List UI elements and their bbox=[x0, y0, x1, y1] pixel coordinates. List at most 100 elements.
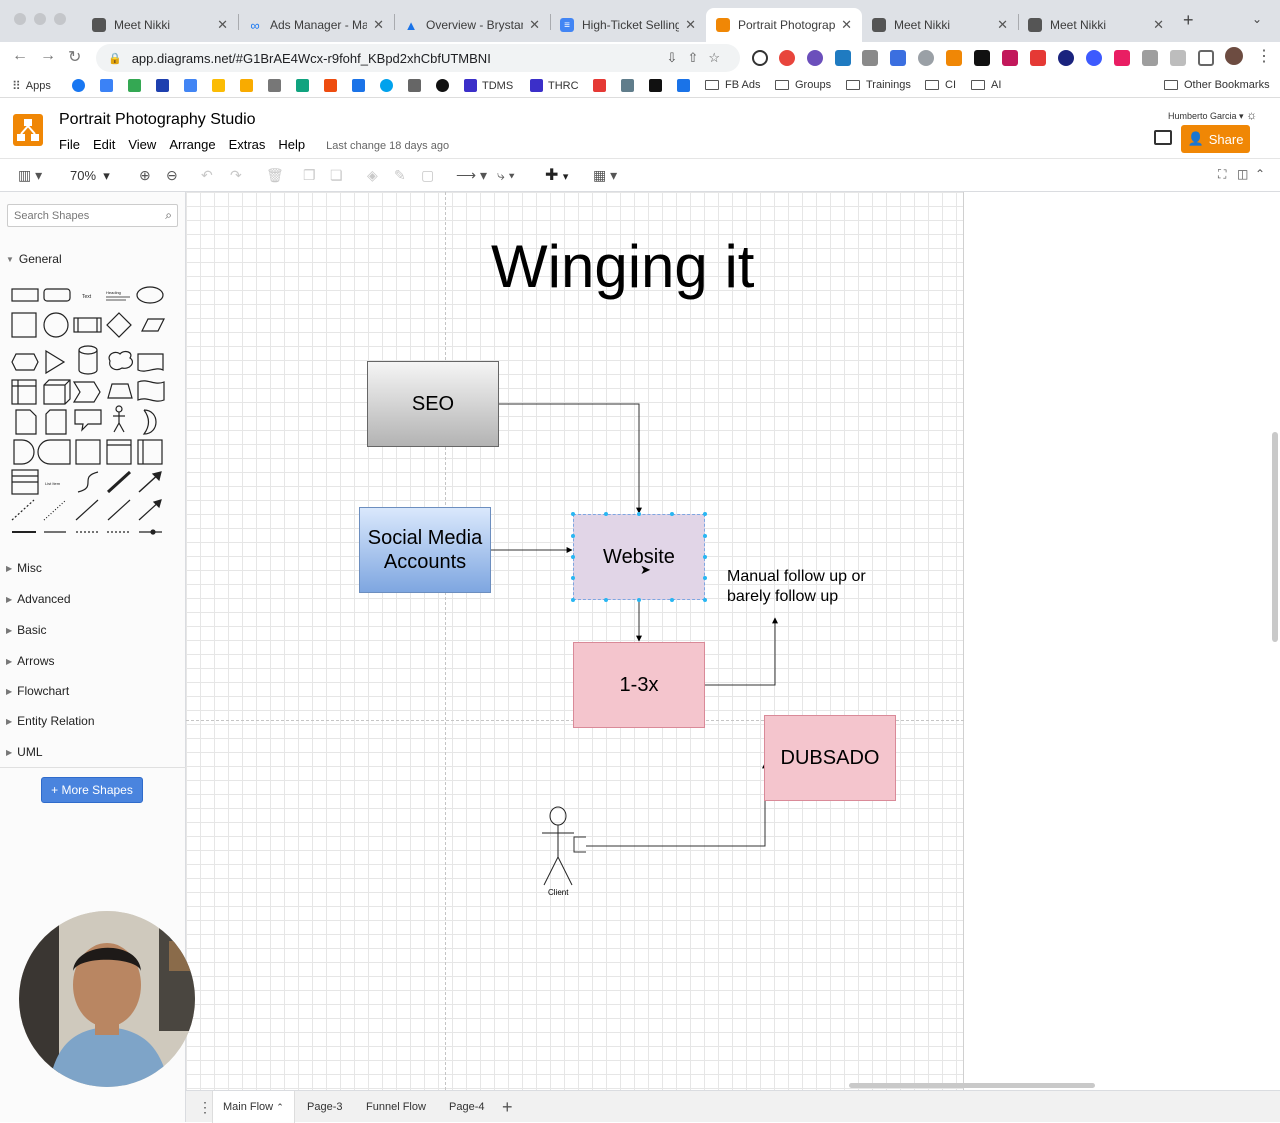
connection-icon[interactable]: ⟶ ▾ bbox=[456, 167, 487, 184]
node-dubsado[interactable]: DUBSADO bbox=[764, 715, 896, 801]
shape-trapezoid[interactable] bbox=[107, 383, 133, 399]
shape-cloud[interactable] bbox=[108, 350, 134, 371]
bookmark-icon[interactable] bbox=[621, 79, 634, 92]
sidepanel-icon[interactable] bbox=[1198, 50, 1214, 66]
extension-icon[interactable] bbox=[974, 50, 990, 66]
format-panel-icon[interactable]: ▥ ▾ bbox=[18, 167, 42, 184]
extension-icon[interactable] bbox=[890, 50, 906, 66]
extension-icon[interactable] bbox=[752, 50, 768, 66]
window-minimize-button[interactable] bbox=[34, 13, 46, 25]
flask-icon[interactable] bbox=[1170, 50, 1186, 66]
shape-curve[interactable] bbox=[77, 471, 99, 493]
general-shapes-palette[interactable]: Text Heading List Item bbox=[8, 282, 178, 542]
bookmark-icon[interactable] bbox=[380, 79, 393, 92]
shape-internal-storage[interactable] bbox=[11, 379, 37, 405]
bookmark-icon[interactable] bbox=[436, 79, 449, 92]
zoom-out-icon[interactable]: ⊖ bbox=[166, 167, 178, 184]
node-social-media-accounts[interactable]: Social Media Accounts bbox=[359, 507, 491, 593]
tab-page-4[interactable]: Page-4 bbox=[439, 1091, 494, 1123]
browser-tab[interactable]: ∞ Ads Manager - Man ✕ bbox=[238, 8, 394, 42]
bookmark-icon[interactable] bbox=[352, 79, 365, 92]
bookmark-icon[interactable] bbox=[677, 79, 690, 92]
menu-file[interactable]: File bbox=[59, 137, 80, 152]
shape-document[interactable] bbox=[137, 353, 164, 372]
waypoints-icon[interactable]: ⤷ ▾ bbox=[497, 167, 515, 184]
close-icon[interactable]: ✕ bbox=[685, 17, 696, 33]
extension-icon[interactable] bbox=[918, 50, 934, 66]
shape-square-2[interactable] bbox=[75, 439, 101, 465]
bookmark-folder-trainings[interactable]: Trainings bbox=[846, 79, 911, 91]
add-page-button[interactable]: + bbox=[492, 1091, 523, 1123]
menu-edit[interactable]: Edit bbox=[93, 137, 115, 152]
browser-tab[interactable]: Meet Nikki ✕ bbox=[82, 8, 238, 42]
document-title[interactable]: Portrait Photography Studio bbox=[59, 111, 256, 129]
extension-icon[interactable] bbox=[1086, 50, 1102, 66]
format-toggle-icon[interactable]: ◫ bbox=[1237, 167, 1248, 181]
tab-main-flow[interactable]: Main Flow ⌃ bbox=[212, 1091, 295, 1123]
extension-icon[interactable] bbox=[1002, 50, 1018, 66]
connector-client-loop[interactable] bbox=[573, 836, 586, 853]
bookmark-icon[interactable] bbox=[184, 79, 197, 92]
line-color-icon[interactable]: ✎ bbox=[394, 167, 406, 184]
shape-card[interactable] bbox=[45, 409, 67, 435]
bookmark-icon[interactable] bbox=[408, 79, 421, 92]
forward-arrow-icon[interactable]: → bbox=[40, 47, 56, 65]
extension-icon[interactable] bbox=[1058, 50, 1074, 66]
bookmark-folder-ai[interactable]: AI bbox=[971, 79, 1001, 91]
shape-rectangle[interactable] bbox=[11, 288, 39, 302]
shape-note[interactable] bbox=[15, 409, 37, 435]
browser-tab[interactable]: ≡ High-Ticket Selling ✕ bbox=[550, 8, 706, 42]
to-back-icon[interactable]: ❏ bbox=[330, 167, 343, 184]
bookmark-icon[interactable] bbox=[100, 79, 113, 92]
shape-hexagon[interactable] bbox=[11, 353, 39, 371]
shape-or[interactable] bbox=[142, 409, 157, 435]
section-entity-relation[interactable]: ▶ Entity Relation bbox=[6, 714, 95, 728]
shape-cylinder[interactable] bbox=[78, 345, 98, 375]
browser-tab[interactable]: ▲ Overview - Brystan ✕ bbox=[394, 8, 550, 42]
section-misc[interactable]: ▶ Misc bbox=[6, 561, 42, 575]
close-icon[interactable]: ✕ bbox=[529, 17, 540, 33]
bookmark-folder-ci[interactable]: CI bbox=[925, 79, 956, 91]
new-tab-button[interactable]: + bbox=[1183, 10, 1194, 31]
bookmark-thrc[interactable]: THRC bbox=[530, 79, 579, 92]
shape-diamond[interactable] bbox=[106, 312, 132, 338]
zoom-dropdown[interactable]: 70% ▾ bbox=[70, 168, 110, 184]
horizontal-scrollbar[interactable] bbox=[849, 1083, 1095, 1088]
redo-icon[interactable]: ↷ bbox=[230, 167, 242, 184]
tab-page-3[interactable]: Page-3 bbox=[297, 1091, 352, 1123]
profile-avatar[interactable] bbox=[1225, 47, 1243, 65]
shape-text[interactable]: Text bbox=[82, 294, 92, 300]
connector-client-dubsado[interactable] bbox=[586, 762, 768, 847]
shape-swimlane[interactable] bbox=[137, 439, 163, 465]
extension-icon[interactable] bbox=[862, 50, 878, 66]
tab-funnel-flow[interactable]: Funnel Flow bbox=[356, 1091, 436, 1123]
google-ads-icon[interactable] bbox=[212, 79, 225, 92]
shape-data-storage[interactable] bbox=[37, 439, 71, 465]
section-arrows[interactable]: ▶ Arrows bbox=[6, 654, 55, 668]
window-zoom-button[interactable] bbox=[54, 13, 66, 25]
undo-icon[interactable]: ↶ bbox=[201, 167, 213, 184]
fill-color-icon[interactable]: ◈ bbox=[367, 167, 378, 184]
reload-icon[interactable]: ↻ bbox=[68, 47, 81, 67]
section-basic[interactable]: ▶ Basic bbox=[6, 623, 47, 637]
connector-times-annotation[interactable] bbox=[705, 617, 778, 686]
kebab-menu-icon[interactable]: ⋮ bbox=[1256, 46, 1272, 66]
delete-icon[interactable]: 🗑 bbox=[266, 167, 284, 184]
collapse-icon[interactable]: ⌃ bbox=[1255, 167, 1265, 181]
shape-square[interactable] bbox=[11, 312, 37, 338]
extension-icon[interactable] bbox=[807, 50, 823, 66]
insert-icon[interactable]: ✚ ▾ bbox=[545, 165, 568, 185]
extension-icon[interactable] bbox=[779, 50, 795, 66]
shape-parallelogram[interactable] bbox=[141, 318, 165, 332]
section-uml[interactable]: ▶ UML bbox=[6, 745, 43, 759]
bookmark-apps[interactable]: ⠿ Apps bbox=[12, 79, 51, 93]
more-shapes-button[interactable]: + More Shapes bbox=[41, 777, 143, 803]
bookmark-folder-fb-ads[interactable]: FB Ads bbox=[705, 79, 760, 91]
bookmark-icon[interactable] bbox=[593, 79, 606, 92]
tiktok-icon[interactable] bbox=[649, 79, 662, 92]
extension-icon[interactable] bbox=[946, 50, 962, 66]
node-seo[interactable]: SEO bbox=[367, 361, 499, 447]
shape-ellipse[interactable] bbox=[136, 286, 164, 304]
omnibox-actions[interactable]: ⇩⇧☆ bbox=[667, 50, 730, 66]
shape-cube[interactable] bbox=[43, 379, 71, 405]
